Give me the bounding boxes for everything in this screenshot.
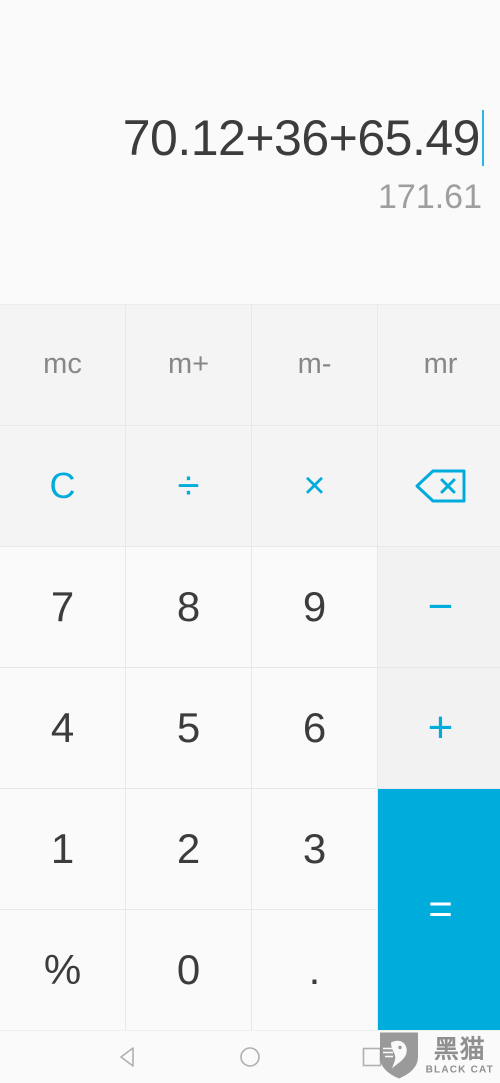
watermark-cn: 黑猫 [433, 1035, 486, 1064]
key-m-plus[interactable]: m+ [126, 304, 251, 425]
key-label: 2 [176, 824, 201, 872]
text-cursor [482, 110, 484, 166]
keypad: mc m+ m- mr C ÷ × 7 8 9 − 4 5 6 + 1 2 3 … [0, 304, 500, 1030]
key-clear[interactable]: C [0, 425, 125, 546]
key-label: ÷ [177, 463, 200, 508]
key-multiply[interactable]: × [252, 425, 377, 546]
key-label: × [303, 464, 326, 507]
key-percent[interactable]: % [0, 909, 125, 1030]
key-label: 5 [176, 703, 201, 751]
key-0[interactable]: 0 [126, 909, 251, 1030]
key-label: − [427, 581, 454, 631]
watermark-text: 黑猫 BLACK CAT [425, 1035, 494, 1076]
watermark: 黑猫 BLACK CAT [376, 1028, 494, 1083]
home-icon[interactable] [237, 1044, 263, 1070]
key-6[interactable]: 6 [252, 667, 377, 788]
calculator-app: 70.12+36+65.49 171.61 mc m+ m- mr C ÷ × [0, 0, 500, 1083]
backspace-icon [415, 469, 467, 503]
key-label: mr [423, 348, 458, 381]
key-label: = [428, 885, 453, 933]
key-label: C [49, 464, 76, 506]
key-5[interactable]: 5 [126, 667, 251, 788]
black-cat-shield-icon [376, 1028, 422, 1083]
key-decimal[interactable]: . [252, 909, 377, 1030]
expression-text: 70.12+36+65.49 [122, 110, 481, 166]
key-label: m+ [167, 348, 210, 381]
key-label: 0 [176, 945, 201, 993]
key-label: . [308, 945, 321, 993]
key-add[interactable]: + [378, 667, 500, 788]
key-label: 7 [50, 582, 75, 630]
watermark-en: BLACK CAT [425, 1064, 494, 1076]
key-mc[interactable]: mc [0, 304, 125, 425]
key-8[interactable]: 8 [126, 546, 251, 667]
key-label: 8 [176, 582, 201, 630]
key-label: 9 [302, 582, 327, 630]
key-label: % [43, 945, 82, 993]
key-9[interactable]: 9 [252, 546, 377, 667]
key-mr[interactable]: mr [378, 304, 500, 425]
back-icon[interactable] [115, 1044, 141, 1070]
key-label: + [427, 702, 454, 752]
key-backspace[interactable] [378, 425, 500, 546]
key-subtract[interactable]: − [378, 546, 500, 667]
key-divide[interactable]: ÷ [126, 425, 251, 546]
key-label: m- [297, 348, 332, 381]
key-m-minus[interactable]: m- [252, 304, 377, 425]
key-label: 6 [302, 703, 327, 751]
key-2[interactable]: 2 [126, 788, 251, 909]
system-navigation-bar: 黑猫 BLACK CAT [0, 1028, 500, 1083]
expression-row: 70.12+36+65.49 [18, 108, 484, 168]
result-preview: 171.61 [378, 178, 482, 216]
calculator-display[interactable]: 70.12+36+65.49 171.61 [0, 0, 500, 305]
key-label: 4 [50, 703, 75, 751]
key-1[interactable]: 1 [0, 788, 125, 909]
key-7[interactable]: 7 [0, 546, 125, 667]
key-3[interactable]: 3 [252, 788, 377, 909]
key-equals[interactable]: = [378, 788, 500, 1030]
key-4[interactable]: 4 [0, 667, 125, 788]
key-label: 3 [302, 824, 327, 872]
key-label: 1 [50, 824, 75, 872]
key-label: mc [43, 348, 82, 381]
